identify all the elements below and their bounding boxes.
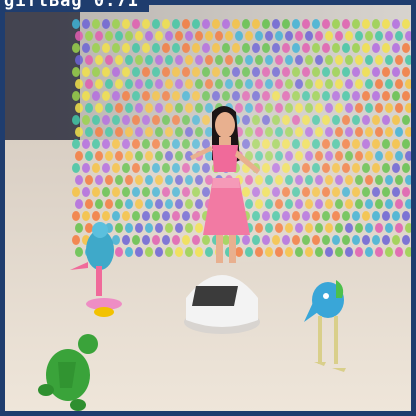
photo-illustration [0, 0, 416, 416]
detection-label-text: giftBag 0.71 [4, 0, 139, 11]
label-score: 0.71 [93, 0, 139, 11]
label-name: giftBag [4, 0, 83, 11]
detection-label: giftBag 0.71 [0, 0, 149, 12]
photo-scene [0, 0, 416, 416]
dark-background-object [0, 0, 80, 140]
